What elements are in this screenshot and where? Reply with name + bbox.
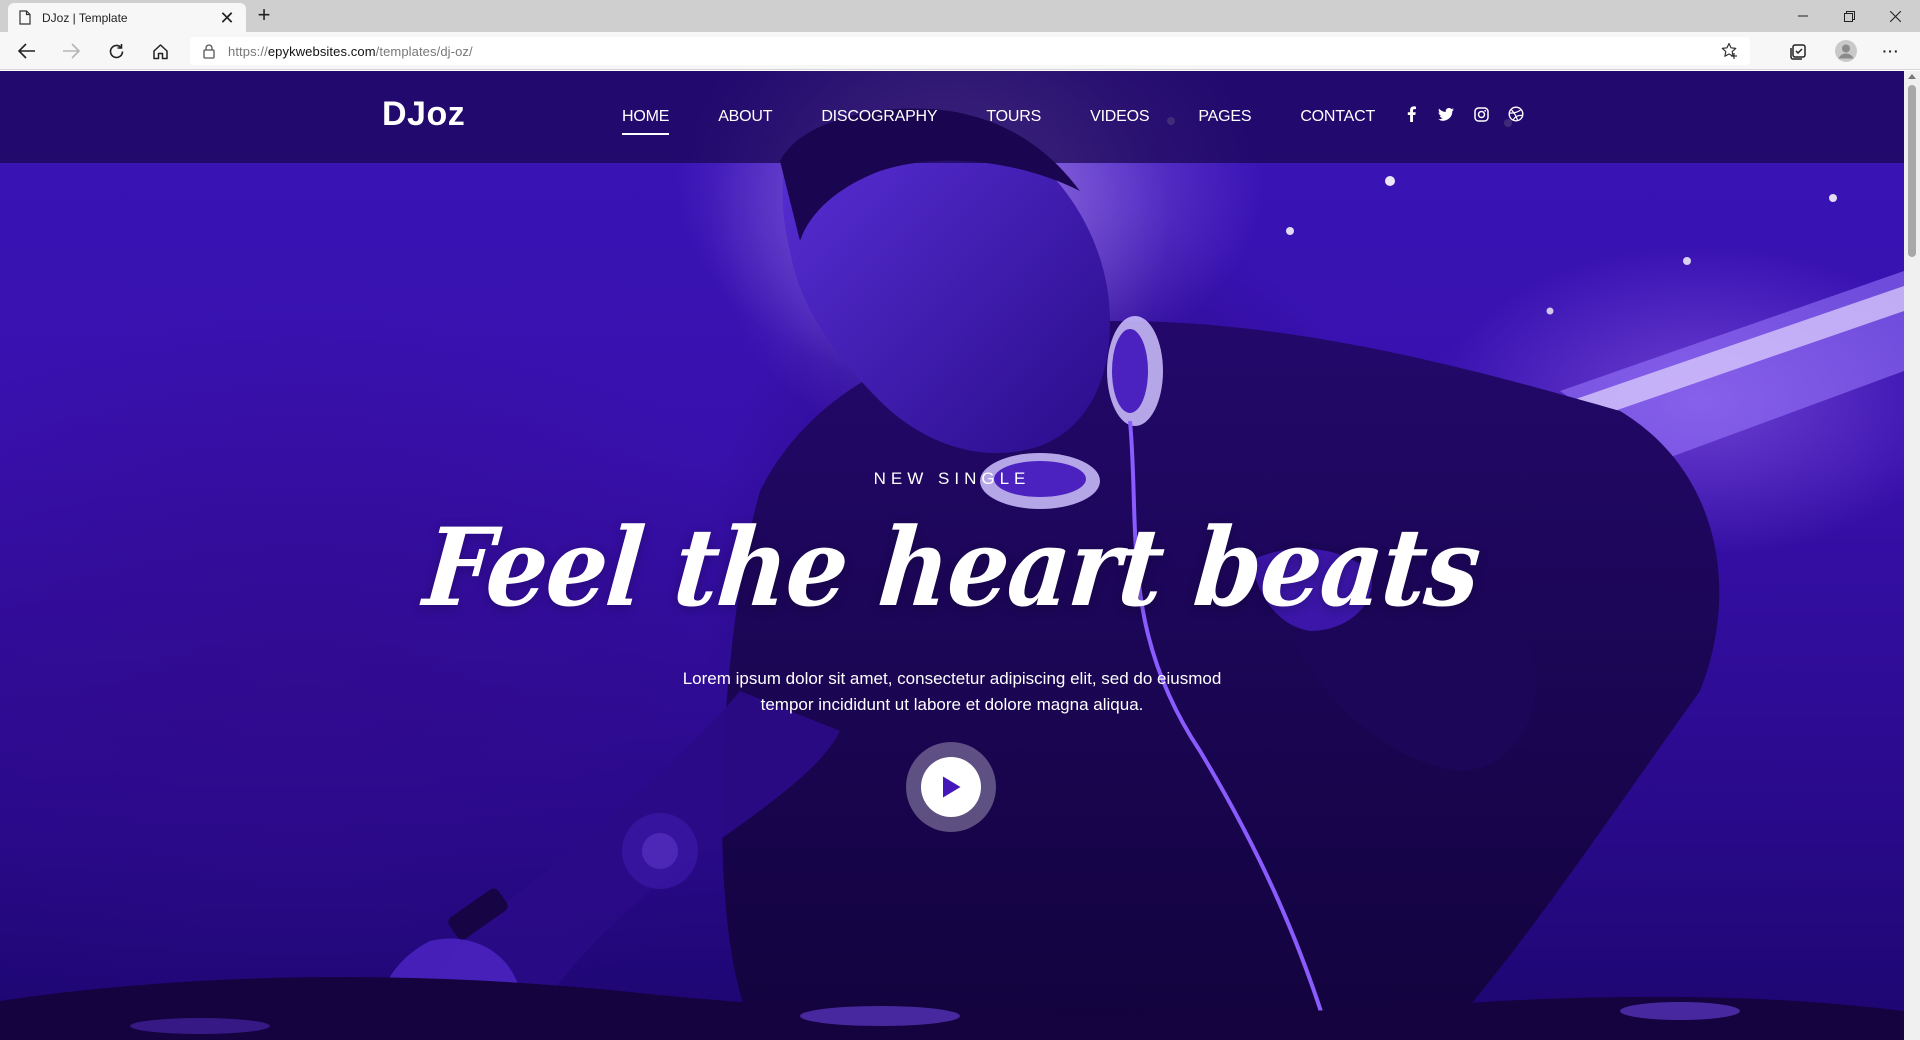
minimize-button[interactable] <box>1780 0 1826 32</box>
hero-lead-line-1: Lorem ipsum dolor sit amet, consectetur … <box>682 669 1222 688</box>
lock-icon <box>202 43 218 59</box>
browser-tab[interactable]: DJoz | Template ✕ <box>8 3 246 32</box>
address-bar[interactable]: https://epykwebsites.com/templates/dj-oz… <box>190 37 1750 65</box>
home-icon <box>152 43 168 59</box>
refresh-icon <box>109 43 123 58</box>
collections-button[interactable] <box>1784 37 1814 65</box>
nav-pages[interactable]: PAGES <box>1198 105 1251 129</box>
restore-button[interactable] <box>1826 0 1872 32</box>
hero-section: DJoz HOME ABOUT DISCOGRAPHY TOURS VIDEOS… <box>0 71 1904 1040</box>
play-video-button[interactable] <box>906 742 996 832</box>
hero-eyebrow: NEW SINGLE <box>873 469 1031 488</box>
nav-about[interactable]: ABOUT <box>718 105 772 129</box>
url-scheme: https:// <box>228 43 268 59</box>
social-links <box>1402 105 1542 123</box>
url-host: epykwebsites.com <box>267 43 376 59</box>
instagram-icon[interactable] <box>1472 105 1490 123</box>
nav-discography[interactable]: DISCOGRAPHY <box>821 105 937 129</box>
browser-tab-bar: DJoz | Template ✕ + <box>0 0 1920 32</box>
page-scrollbar[interactable] <box>1904 71 1920 1040</box>
add-favorite-icon[interactable] <box>1720 41 1740 61</box>
facebook-icon[interactable] <box>1402 105 1420 123</box>
hero-headline: Feel the heart beats <box>419 504 1485 631</box>
url-text: https://epykwebsites.com/templates/dj-oz… <box>228 44 473 59</box>
profile-button[interactable] <box>1831 37 1861 65</box>
tab-close-icon[interactable]: ✕ <box>218 9 236 27</box>
forward-button[interactable] <box>56 37 86 65</box>
arrow-left-icon <box>18 43 35 59</box>
page-viewport: DJoz HOME ABOUT DISCOGRAPHY TOURS VIDEOS… <box>0 71 1904 1040</box>
nav-home[interactable]: HOME <box>622 105 670 135</box>
arrow-right-icon <box>63 43 80 59</box>
home-button[interactable] <box>145 37 175 65</box>
nav-tours[interactable]: TOURS <box>986 105 1041 129</box>
refresh-button[interactable] <box>101 37 131 65</box>
scroll-up-icon[interactable] <box>1908 74 1916 79</box>
close-window-button[interactable] <box>1872 0 1918 32</box>
browser-toolbar: https://epykwebsites.com/templates/dj-oz… <box>0 32 1920 70</box>
back-button[interactable] <box>12 37 42 65</box>
nav-videos[interactable]: VIDEOS <box>1090 105 1149 129</box>
nav-contact[interactable]: CONTACT <box>1300 105 1375 129</box>
hero-lead: Lorem ipsum dolor sit amet, consectetur … <box>652 666 1252 718</box>
tab-title: DJoz | Template <box>42 10 128 25</box>
page-icon <box>18 10 32 26</box>
dribbble-icon[interactable] <box>1507 105 1525 123</box>
collections-icon <box>1790 44 1806 60</box>
new-tab-button[interactable]: + <box>252 4 276 28</box>
scrollbar-thumb[interactable] <box>1908 85 1916 257</box>
site-logo[interactable]: DJoz <box>382 95 465 134</box>
avatar-icon <box>1835 40 1857 62</box>
play-icon <box>943 776 961 798</box>
site-navbar: DJoz HOME ABOUT DISCOGRAPHY TOURS VIDEOS… <box>0 71 1904 163</box>
play-button-inner <box>921 757 981 817</box>
settings-menu-button[interactable]: ··· <box>1876 37 1906 65</box>
main-nav: HOME ABOUT DISCOGRAPHY TOURS VIDEOS PAGE… <box>622 71 1424 163</box>
twitter-icon[interactable] <box>1437 105 1455 123</box>
url-path: /templates/dj-oz/ <box>375 43 473 59</box>
hero-lead-line-2: tempor incididunt ut labore et dolore ma… <box>760 695 1144 714</box>
